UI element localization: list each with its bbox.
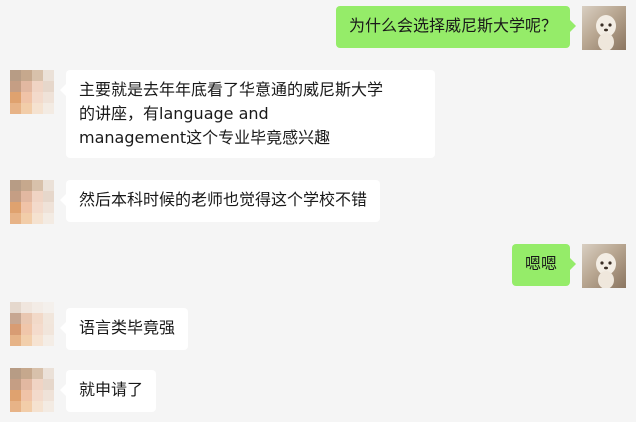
message-bubble-other[interactable]: 语言类毕竟强 <box>59 308 189 350</box>
message-bubble-other[interactable]: 主要就是去年年底看了华意通的威尼斯大学 的讲座，有language and ma… <box>60 70 435 158</box>
pixelated-avatar-image <box>10 180 54 224</box>
contact-avatar-pixelated[interactable] <box>10 368 54 412</box>
contact-avatar-pixelated[interactable] <box>10 180 54 224</box>
dog-photo-avatar <box>582 6 626 50</box>
message-bubble-self[interactable]: 为什么会选择威尼斯大学呢？ <box>335 6 577 48</box>
dog-image <box>596 15 616 50</box>
message-text: 然后本科时候的老师也觉得这个学校不错 <box>79 190 368 209</box>
contact-avatar-pixelated[interactable] <box>10 302 54 346</box>
message-bubble-other[interactable]: 然后本科时候的老师也觉得这个学校不错 <box>59 180 381 222</box>
message-text-line: 的讲座，有language and <box>79 104 269 123</box>
self-avatar[interactable] <box>582 6 626 50</box>
message-text: 语言类毕竟强 <box>79 318 176 337</box>
message-text: 就申请了 <box>79 380 144 399</box>
message-text-line: 主要就是去年年底看了华意通的威尼斯大学 <box>79 80 384 99</box>
self-avatar[interactable] <box>582 244 626 288</box>
dog-photo-avatar <box>582 244 626 288</box>
pixelated-avatar-image <box>10 368 54 412</box>
message-bubble-other[interactable]: 就申请了 <box>59 370 157 412</box>
contact-avatar-pixelated[interactable] <box>10 70 54 114</box>
message-text: 为什么会选择威尼斯大学呢？ <box>348 16 557 35</box>
pixelated-avatar-image <box>10 302 54 346</box>
message-text-line: management这个专业毕竟感兴趣 <box>79 128 331 147</box>
pixelated-avatar-image <box>10 70 54 114</box>
dog-image <box>596 253 616 288</box>
message-bubble-self[interactable]: 嗯嗯 <box>511 244 577 286</box>
message-text: 嗯嗯 <box>524 254 557 273</box>
